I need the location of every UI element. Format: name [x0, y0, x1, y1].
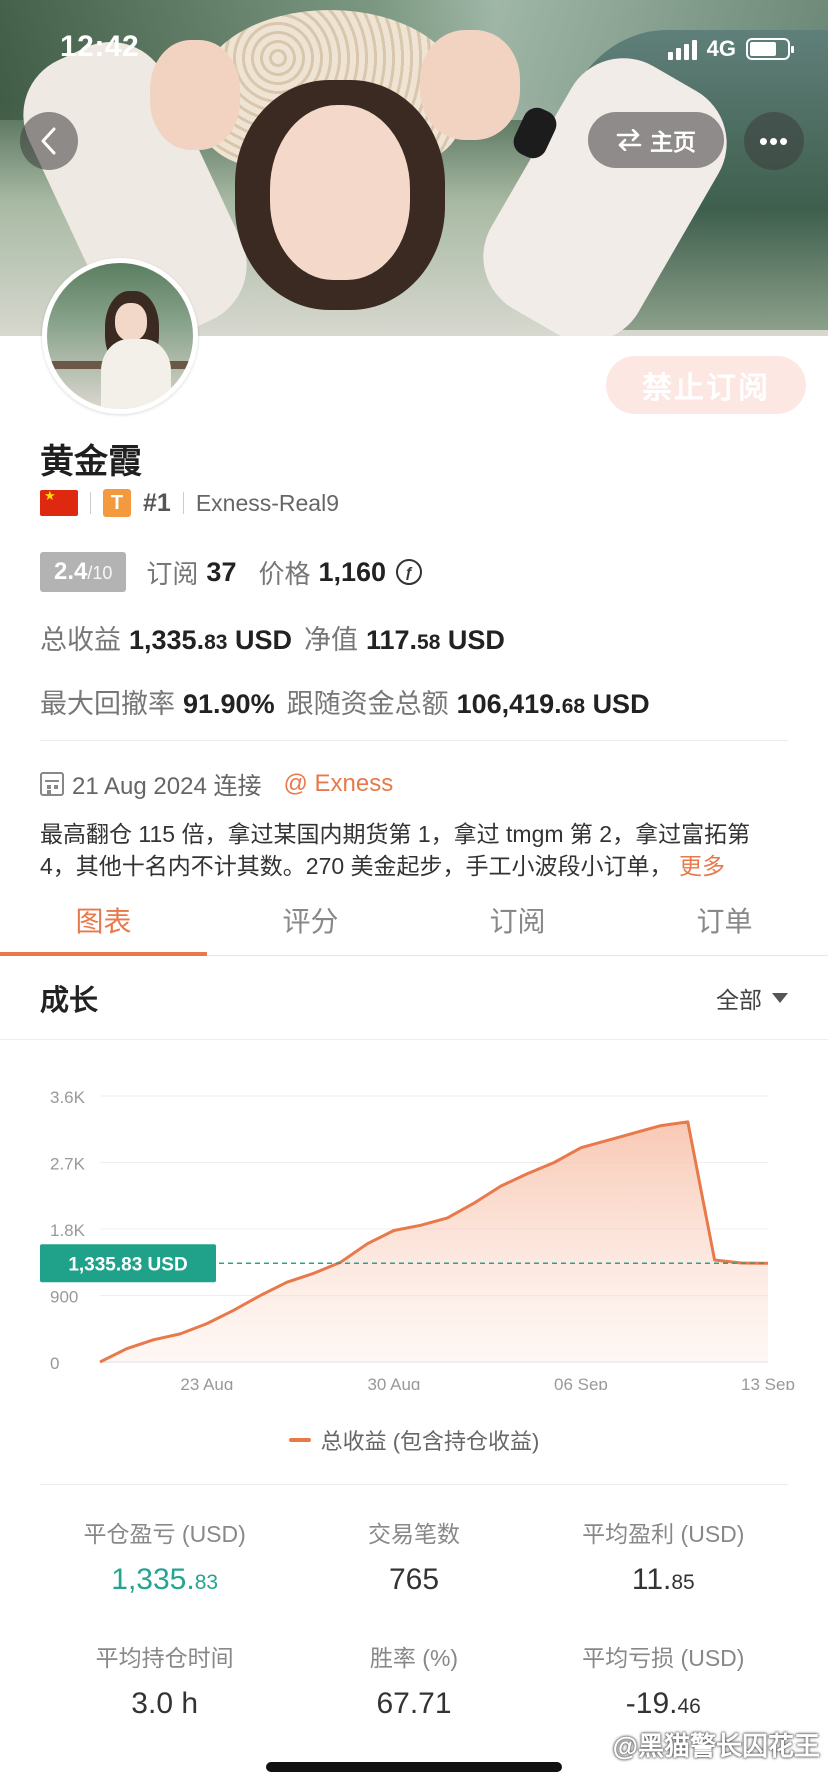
tab-orders[interactable]: 订单 — [621, 884, 828, 955]
stat-item: 平仓盈亏 (USD) 1,335.83 — [40, 1515, 289, 1597]
rank-label: #1 — [143, 488, 171, 517]
profit-row: 总收益 1,335.83 USD 净值 117.58 USD — [40, 618, 517, 657]
tab-bar: 图表 评分 订阅 订单 — [0, 884, 828, 956]
stat-item: 平均盈利 (USD) 11.85 — [539, 1515, 788, 1597]
stat-item: 平均亏损 (USD) -19.46 — [539, 1639, 788, 1721]
follow-funds-label: 跟随资金总额 — [286, 689, 449, 719]
y-tick-label: 900 — [50, 1288, 78, 1307]
drawdown-row: 最大回撤率 91.90% 跟随资金总额 106,419.68 USD — [40, 682, 662, 721]
stat-item: 平均持仓时间 3.0 h — [40, 1639, 289, 1721]
score-value: 2.4 — [54, 558, 88, 585]
battery-icon — [746, 38, 794, 60]
price-value: 1,160 — [318, 556, 387, 587]
divider — [40, 740, 788, 741]
max-drawdown-label: 最大回撤率 — [40, 689, 175, 719]
broker-link[interactable]: @ Exness — [283, 770, 393, 798]
stat-label: 交易笔数 — [367, 1521, 460, 1547]
stat-label: 平均持仓时间 — [95, 1645, 234, 1671]
stat-value: 3.0 h — [131, 1687, 199, 1720]
max-drawdown-value: 91.90% — [183, 689, 275, 719]
stat-item: 胜率 (%) 67.71 — [289, 1639, 538, 1721]
current-value-label: 1,335.83 USD — [68, 1254, 187, 1275]
score-row: 2.4 /10 订阅 37 价格 1,160 ƒ — [40, 552, 423, 592]
stats-grid: 平仓盈亏 (USD) 1,335.83 交易笔数 765 平均盈利 (USD) 11.85… — [40, 1484, 788, 1721]
score-max: /10 — [87, 563, 113, 583]
x-tick-label: 30 Aug — [367, 1375, 420, 1390]
legend-swatch — [288, 1438, 311, 1442]
tab-chart[interactable]: 图表 — [0, 884, 207, 956]
y-tick-label: 2.7K — [50, 1155, 86, 1174]
price-label: 价格 — [258, 558, 311, 589]
calendar-icon — [40, 771, 64, 796]
trader-level-badge: T — [103, 489, 131, 517]
subscriptions-label: 订阅 — [146, 558, 199, 589]
follow-funds-value: 106,419.68 USD — [456, 689, 650, 719]
home-indicator — [266, 1762, 562, 1772]
y-tick-label: 1.8K — [50, 1221, 86, 1240]
trader-bio: 最高翻仓 115 倍，拿过某国内期货第 1，拿过 tmgm 第 2，拿过富拓第 … — [40, 818, 788, 882]
stat-label: 平均盈利 (USD) — [582, 1521, 745, 1547]
status-indicators: 4G — [667, 36, 794, 62]
x-tick-label: 13 Sep — [741, 1375, 795, 1390]
score-badge: 2.4 /10 — [40, 552, 127, 592]
total-profit-label: 总收益 — [40, 625, 121, 655]
stat-value: 67.71 — [376, 1687, 452, 1720]
home-button-label: 主页 — [650, 129, 696, 155]
x-tick-label: 23 Aug — [180, 1375, 233, 1390]
avatar[interactable] — [42, 258, 198, 414]
y-tick-label: 0 — [50, 1354, 59, 1373]
x-tick-label: 06 Sep — [554, 1375, 608, 1390]
growth-chart: 3.6K 2.7K 1.8K 900 0 23 Aug 30 Aug 06 Sep 13 Sep… — [0, 1070, 828, 1390]
home-button[interactable]: 主页 — [588, 112, 724, 168]
more-dots-icon: ••• — [758, 125, 790, 156]
broker-account: Exness-Real9 — [195, 489, 339, 516]
stat-item: 交易笔数 765 — [289, 1515, 538, 1597]
stat-value: 765 — [388, 1563, 440, 1596]
stat-value: -19.46 — [625, 1687, 701, 1720]
legend-label: 总收益 (包含持仓收益) — [320, 1429, 540, 1454]
growth-title: 成长 — [40, 984, 99, 1017]
meta-row: 21 Aug 2024 连接 @ Exness — [40, 766, 393, 801]
stat-label: 胜率 (%) — [369, 1645, 459, 1671]
range-selector-label: 全部 — [716, 986, 762, 1013]
tab-rating[interactable]: 评分 — [207, 884, 414, 955]
tab-subscriptions[interactable]: 订阅 — [414, 884, 621, 955]
stat-value: 1,335.83 — [111, 1563, 219, 1596]
bio-line-2: 4，其他十名内不计其数。270 美金起步，手工小波段小订单， — [40, 853, 673, 879]
signal-icon — [667, 38, 697, 60]
stat-value: 11.85 — [631, 1563, 695, 1596]
caret-down-icon — [772, 992, 788, 1003]
status-time: 12:42 — [60, 30, 140, 63]
watermark: @黑猫警长囚花王 — [612, 1731, 820, 1761]
growth-header: 成长 全部 — [0, 956, 828, 1040]
stat-label: 平仓盈亏 (USD) — [83, 1521, 246, 1547]
swap-arrows-icon — [616, 129, 642, 151]
trader-name: 黄金霞 — [40, 443, 142, 481]
back-button[interactable] — [20, 112, 78, 170]
china-flag-icon — [40, 488, 78, 516]
y-tick-label: 3.6K — [50, 1088, 86, 1107]
total-profit-value: 1,335.83 USD — [129, 625, 292, 655]
trader-tags: T #1 Exness-Real9 — [40, 488, 339, 518]
chart-legend: 总收益 (包含持仓收益) — [0, 1424, 828, 1456]
subscribe-disabled-button[interactable]: 禁止订阅 — [606, 356, 806, 414]
network-type: 4G — [706, 36, 736, 61]
equity-label: 净值 — [303, 625, 358, 655]
subscriptions-value: 37 — [206, 556, 237, 587]
equity-value: 117.58 USD — [365, 625, 505, 655]
growth-chart-svg: 3.6K 2.7K 1.8K 900 0 23 Aug 30 Aug 06 Sep 13 Sep… — [40, 1088, 795, 1390]
bio-more-link[interactable]: 更多 — [679, 853, 725, 879]
connected-date: 21 Aug 2024 连接 — [72, 773, 262, 800]
stat-label: 平均亏损 (USD) — [582, 1645, 745, 1671]
bio-line-1: 最高翻仓 115 倍，拿过某国内期货第 1，拿过 tmgm 第 2，拿过富拓第 — [40, 821, 751, 847]
more-options-button[interactable]: ••• — [744, 112, 804, 170]
range-selector[interactable]: 全部 — [716, 981, 788, 1015]
chevron-left-icon — [41, 127, 56, 155]
coin-icon: ƒ — [396, 559, 423, 585]
